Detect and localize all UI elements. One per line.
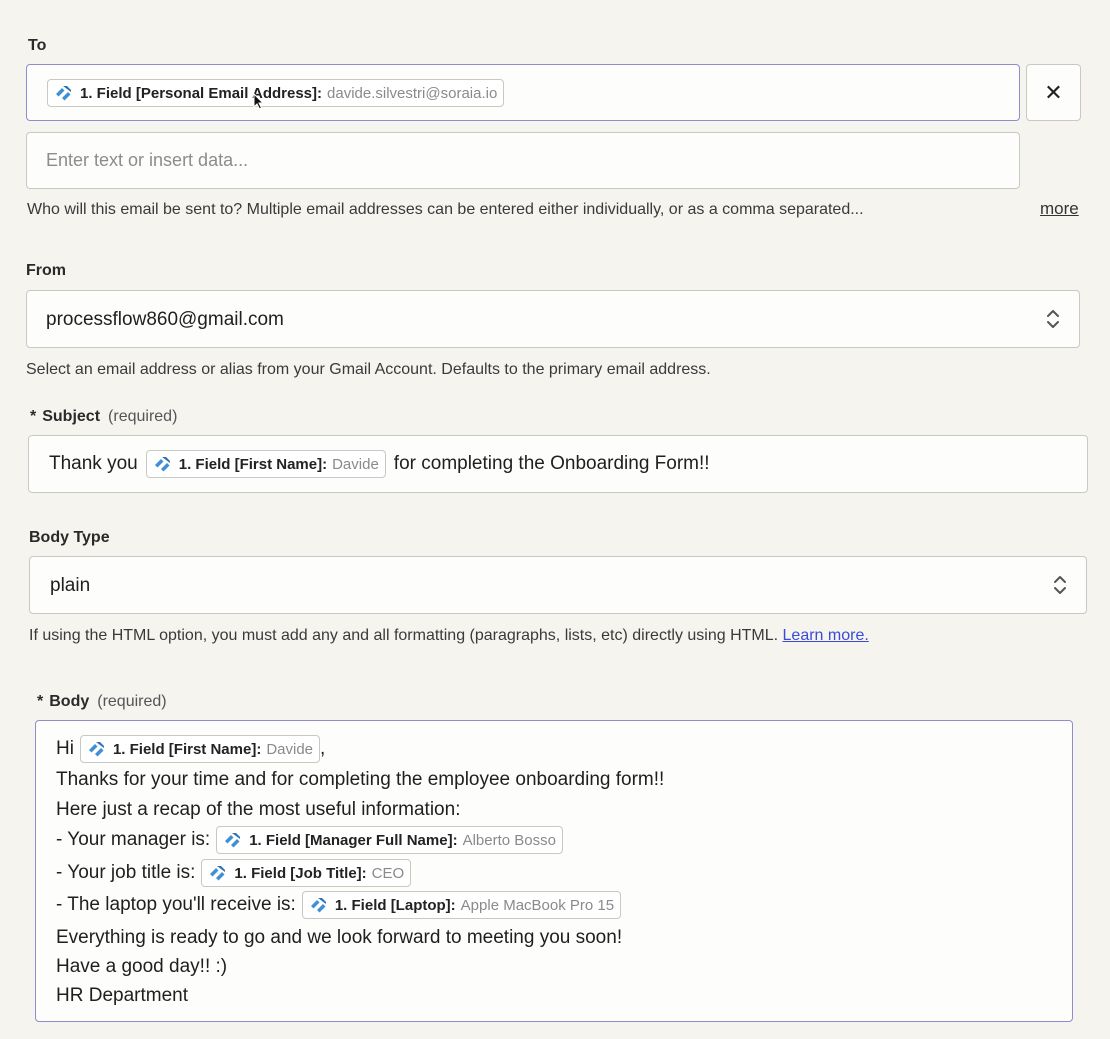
subject-prefix: Thank you <box>49 453 138 474</box>
body-required: (required) <box>97 693 167 710</box>
body-line-ready: Everything is ready to go and we look fo… <box>56 927 623 948</box>
to-additional-placeholder: Enter text or insert data... <box>46 150 249 170</box>
required-star: * <box>30 408 37 425</box>
body-type-select[interactable]: plain <box>29 556 1087 614</box>
body-laptop-pill-value: Apple MacBook Pro 15 <box>460 896 615 914</box>
body-line-manager: - Your manager is: 1. Field [Manager Ful… <box>56 826 563 854</box>
body-manager-pill-name: 1. Field [Manager Full Name]: <box>249 831 458 849</box>
body-line-job-title: - Your job title is: 1. Field [Job Title… <box>56 859 412 887</box>
body-job-title-pill[interactable]: 1. Field [Job Title]: CEO <box>201 859 412 887</box>
to-pill-value: davide.silvestri@soraia.io <box>327 84 498 102</box>
close-icon: ✕ <box>1044 79 1063 105</box>
body-line-greeting: Hi 1. Field [First Name]: Davide , <box>56 735 325 763</box>
from-label: From <box>26 262 66 279</box>
to-pill-name: 1. Field [Personal Email Address]: <box>80 84 323 102</box>
body-job-title-pill-value: CEO <box>371 864 405 882</box>
body-job-title-prefix: - Your job title is: <box>56 862 196 883</box>
subject-label: * Subject (required) <box>30 408 177 426</box>
body-type-value: plain <box>50 575 91 596</box>
from-hint: Select an email address or alias from yo… <box>26 361 711 378</box>
subject-required: (required) <box>108 408 178 425</box>
subject-pill-value: Davide <box>332 455 379 473</box>
chevron-up-down-icon <box>1047 310 1059 328</box>
body-line-good-day: Have a good day!! :) <box>56 956 228 977</box>
body-label: * Body (required) <box>37 693 167 711</box>
subject-label-text: Subject <box>42 408 101 425</box>
subject-pill-name: 1. Field [First Name]: <box>178 455 328 473</box>
zapier-field-icon <box>88 742 104 757</box>
body-type-label: Body Type <box>29 529 110 546</box>
body-type-hint: If using the HTML option, you must add a… <box>29 627 869 645</box>
zapier-field-icon <box>210 866 226 881</box>
subject-suffix: for completing the Onboarding Form!! <box>393 453 710 474</box>
body-greeting-prefix: Hi <box>56 738 74 759</box>
to-label: To <box>28 37 47 54</box>
to-hint: Who will this email be sent to? Multiple… <box>27 201 864 218</box>
subject-field[interactable]: Thank you 1. Field [First Name]: Davide … <box>28 435 1088 493</box>
from-select[interactable]: processflow860@gmail.com <box>26 290 1080 348</box>
subject-field-pill[interactable]: 1. Field [First Name]: Davide <box>145 450 386 478</box>
body-manager-prefix: - Your manager is: <box>56 829 211 850</box>
body-type-hint-text: If using the HTML option, you must add a… <box>29 627 779 644</box>
body-field[interactable]: Hi 1. Field [First Name]: Davide , Thank… <box>35 720 1073 1022</box>
from-select-value: processflow860@gmail.com <box>46 309 284 330</box>
zapier-field-icon <box>310 898 326 913</box>
body-first-name-pill-name: 1. Field [First Name]: <box>112 740 262 758</box>
to-additional-input[interactable]: Enter text or insert data... <box>26 132 1020 189</box>
body-laptop-prefix: - The laptop you'll receive is: <box>56 894 296 915</box>
body-job-title-pill-name: 1. Field [Job Title]: <box>234 864 367 882</box>
body-line-laptop: - The laptop you'll receive is: 1. Field… <box>56 891 622 919</box>
body-greeting-suffix: , <box>320 738 326 759</box>
body-first-name-pill-value: Davide <box>266 740 314 758</box>
body-laptop-pill[interactable]: 1. Field [Laptop]: Apple MacBook Pro 15 <box>301 891 622 919</box>
to-recipient-field[interactable]: 1. Field [Personal Email Address]: david… <box>26 64 1020 121</box>
body-label-text: Body <box>49 693 90 710</box>
zapier-field-icon <box>225 833 241 848</box>
remove-recipient-button[interactable]: ✕ <box>1026 64 1081 121</box>
body-manager-pill-value: Alberto Bosso <box>462 831 556 849</box>
body-laptop-pill-name: 1. Field [Laptop]: <box>334 896 456 914</box>
required-star: * <box>37 693 44 710</box>
body-line-signature: HR Department <box>56 985 188 1006</box>
body-first-name-pill[interactable]: 1. Field [First Name]: Davide <box>79 735 321 763</box>
chevron-up-down-icon <box>1054 576 1066 594</box>
zapier-field-icon <box>56 86 71 101</box>
zapier-field-icon <box>154 457 170 472</box>
to-more-link[interactable]: more <box>1040 199 1079 219</box>
to-field-pill[interactable]: 1. Field [Personal Email Address]: david… <box>47 79 505 107</box>
body-line-thanks: Thanks for your time and for completing … <box>56 769 665 790</box>
mouse-cursor-icon <box>253 93 265 110</box>
body-line-recap: Here just a recap of the most useful inf… <box>56 799 461 820</box>
body-manager-pill[interactable]: 1. Field [Manager Full Name]: Alberto Bo… <box>216 826 563 854</box>
learn-more-link[interactable]: Learn more. <box>783 627 869 644</box>
